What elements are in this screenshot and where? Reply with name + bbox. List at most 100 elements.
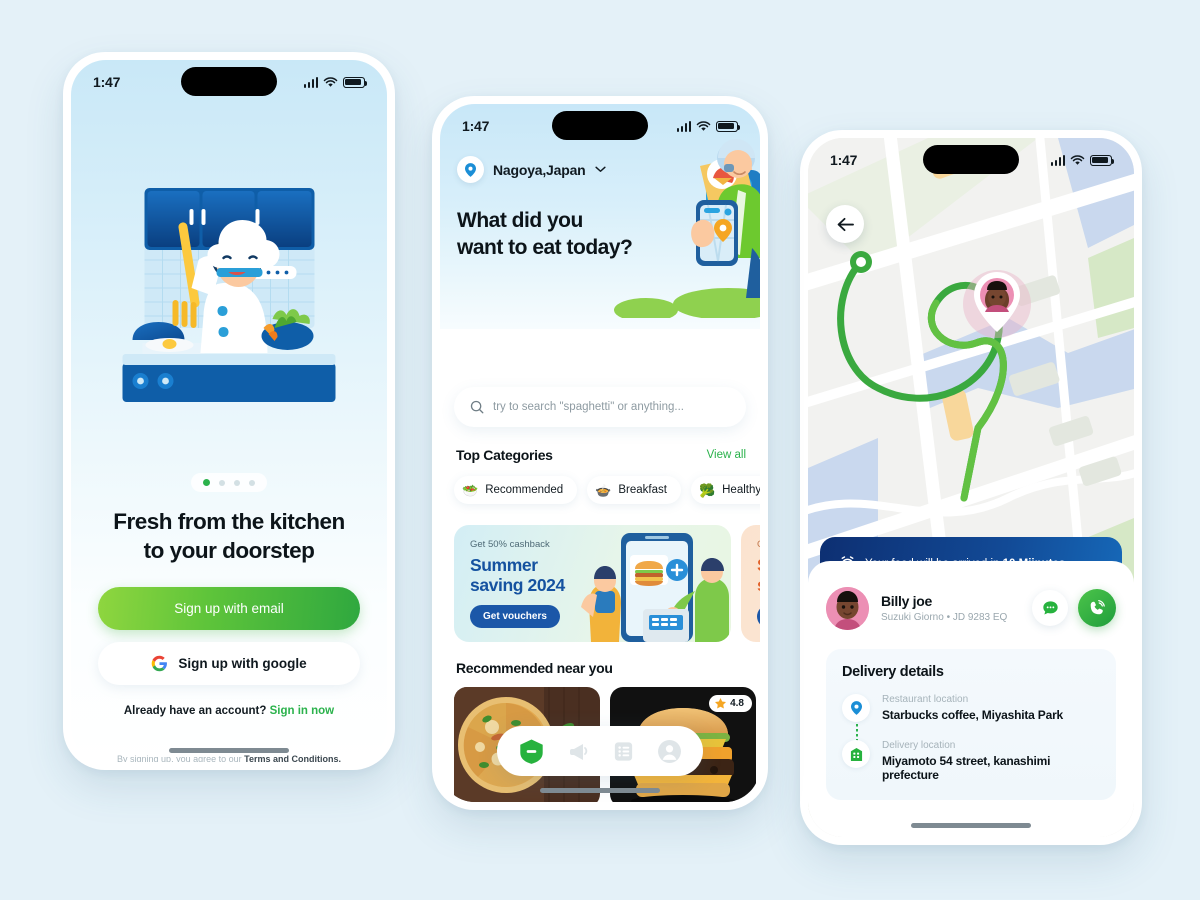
promo-title-line2: sa: [757, 575, 760, 595]
delivery-sheet: Billy joe Suzuki Giorno • JD 9283 EQ Del…: [808, 561, 1134, 837]
screen-onboarding: 1:47 Fresh from the kitchen to your door…: [71, 60, 387, 762]
onboarding-title-line2: to your doorstep: [143, 537, 315, 563]
carousel-dot-1[interactable]: [203, 479, 210, 486]
categories-title: Top Categories: [456, 447, 553, 463]
view-all-link[interactable]: View all: [707, 449, 746, 461]
restaurant-location-value: Starbucks coffee, Miyashita Park: [882, 708, 1064, 722]
status-bar: 1:47: [71, 60, 387, 104]
home-indicator[interactable]: [911, 823, 1031, 828]
carousel-dot-3[interactable]: [234, 479, 240, 486]
arrow-left-icon: [837, 217, 854, 231]
signin-link[interactable]: Sign in now: [270, 705, 335, 717]
phone-call-icon: [1090, 599, 1105, 615]
category-chip-healthy-food[interactable]: 🥦 Healthy fo: [690, 476, 760, 504]
dynamic-island: [923, 145, 1019, 174]
status-icons: [1050, 154, 1115, 166]
delivery-details-title: Delivery details: [842, 664, 944, 680]
onboarding-title-line1: Fresh from the kitchen: [113, 509, 345, 534]
promo-title: Summer saving 2024: [470, 555, 565, 596]
home-indicator[interactable]: [169, 748, 289, 753]
battery-icon: [1090, 154, 1115, 166]
category-chip-breakfast[interactable]: 🍲 Breakfast: [587, 476, 681, 504]
promo-title-line1: Su: [757, 555, 760, 575]
call-button[interactable]: [1078, 589, 1116, 627]
category-chip-label: Healthy fo: [722, 484, 760, 496]
nav-home-button[interactable]: [518, 738, 545, 765]
home-heading-line2: want to eat today?: [457, 235, 633, 259]
promo-illustration: [581, 533, 729, 642]
canvas: 1:47 Fresh from the kitchen to your door…: [0, 0, 1200, 900]
search-placeholder: try to search "spaghetti" or anything...: [493, 401, 684, 413]
status-icons: [303, 76, 368, 88]
delivery-location-value: Miyamoto 54 street, kanashimi prefecture: [882, 754, 1051, 782]
wifi-icon: [323, 76, 338, 87]
status-icons: [676, 120, 741, 132]
star-icon: [715, 698, 727, 709]
rating-value: 4.8: [730, 698, 744, 709]
cellular-bars-icon: [676, 120, 691, 132]
recommended-header: Recommended near you: [456, 660, 746, 676]
map-pin-icon: [842, 694, 870, 722]
get-vouchers-button[interactable]: Get: [757, 605, 760, 628]
nav-orders-button[interactable]: [612, 740, 635, 763]
battery-icon: [716, 120, 741, 132]
dynamic-island: [552, 111, 648, 140]
promo-banner[interactable]: Get 5 Su sa Get: [741, 525, 760, 642]
screen-home: Nagoya,Japan What did you want to eat to…: [440, 104, 760, 802]
delivery-location-text: Delivery location Miyamoto 54 street, ka…: [882, 740, 1100, 782]
delivery-location-label: Delivery location: [882, 740, 956, 751]
recommended-title: Recommended near you: [456, 660, 613, 676]
delivery-location-row: Delivery location Miyamoto 54 street, ka…: [842, 740, 1100, 782]
carousel-dot-4[interactable]: [249, 479, 255, 486]
promo-banner-carousel: Get 50% cashback Summer saving 2024 Get …: [454, 525, 760, 642]
status-time: 1:47: [93, 74, 121, 90]
promo-eyebrow: Get 50% cashback: [470, 539, 550, 550]
wifi-icon: [696, 120, 711, 131]
status-bar: 1:47: [808, 138, 1134, 182]
screen-tracking: 1:47 Billy joe Suzuki Giorno • JD 9283 E…: [808, 138, 1134, 837]
home-heading: What did you want to eat today?: [457, 208, 633, 261]
phone-onboarding: 1:47 Fresh from the kitchen to your door…: [63, 52, 395, 770]
category-chip-recommended[interactable]: 🥗 Recommended: [454, 476, 578, 504]
status-bar: 1:47: [440, 104, 760, 148]
home-heading-line1: What did you: [457, 209, 583, 232]
location-label: Nagoya,Japan: [493, 161, 586, 178]
nav-profile-button[interactable]: [657, 739, 682, 764]
bottom-navigation: [497, 726, 703, 776]
home-indicator[interactable]: [540, 788, 660, 793]
breakfast-emoji-icon: 🍲: [595, 482, 612, 498]
get-vouchers-button[interactable]: Get vouchers: [470, 605, 560, 628]
signup-google-label: Sign up with google: [178, 656, 307, 671]
terms-link[interactable]: Terms and Conditions.: [244, 754, 341, 762]
battery-icon: [343, 76, 368, 88]
driver-info: Billy joe Suzuki Giorno • JD 9283 EQ: [881, 593, 1007, 623]
search-icon: [470, 400, 484, 414]
nav-promos-button[interactable]: [567, 739, 591, 763]
profile-icon: [658, 739, 682, 763]
signin-prompt: Already have an account? Sign in now: [71, 705, 387, 717]
building-icon: [842, 740, 870, 768]
promo-eyebrow: Get 5: [757, 539, 760, 550]
phone-tracking: 1:47 Billy joe Suzuki Giorno • JD 9283 E…: [800, 130, 1142, 845]
chevron-down-icon[interactable]: [594, 166, 606, 173]
category-chip-label: Breakfast: [618, 484, 667, 496]
back-button[interactable]: [826, 205, 864, 243]
google-g-icon: [152, 655, 168, 672]
search-input[interactable]: try to search "spaghetti" or anything...: [454, 387, 746, 427]
driver-row: Billy joe Suzuki Giorno • JD 9283 EQ: [826, 575, 1116, 641]
signup-google-button[interactable]: Sign up with google: [98, 642, 360, 685]
home-shield-icon: [520, 739, 543, 764]
promo-title-line2: saving 2024: [470, 575, 565, 596]
location-selector[interactable]: Nagoya,Japan: [457, 156, 606, 183]
onboarding-title: Fresh from the kitchen to your doorstep: [71, 508, 387, 566]
carousel-dot-2[interactable]: [219, 479, 225, 486]
salad-emoji-icon: 🥗: [462, 482, 479, 498]
promo-banner[interactable]: Get 50% cashback Summer saving 2024 Get …: [454, 525, 731, 642]
carousel-dots[interactable]: [191, 473, 267, 492]
courier-avatar-pin[interactable]: [961, 266, 1033, 346]
megaphone-icon: [569, 744, 587, 760]
chat-bubble-icon: [1042, 600, 1058, 615]
chat-button[interactable]: [1032, 590, 1068, 626]
signup-email-button[interactable]: Sign up with email: [98, 587, 360, 630]
dynamic-island: [181, 67, 277, 96]
